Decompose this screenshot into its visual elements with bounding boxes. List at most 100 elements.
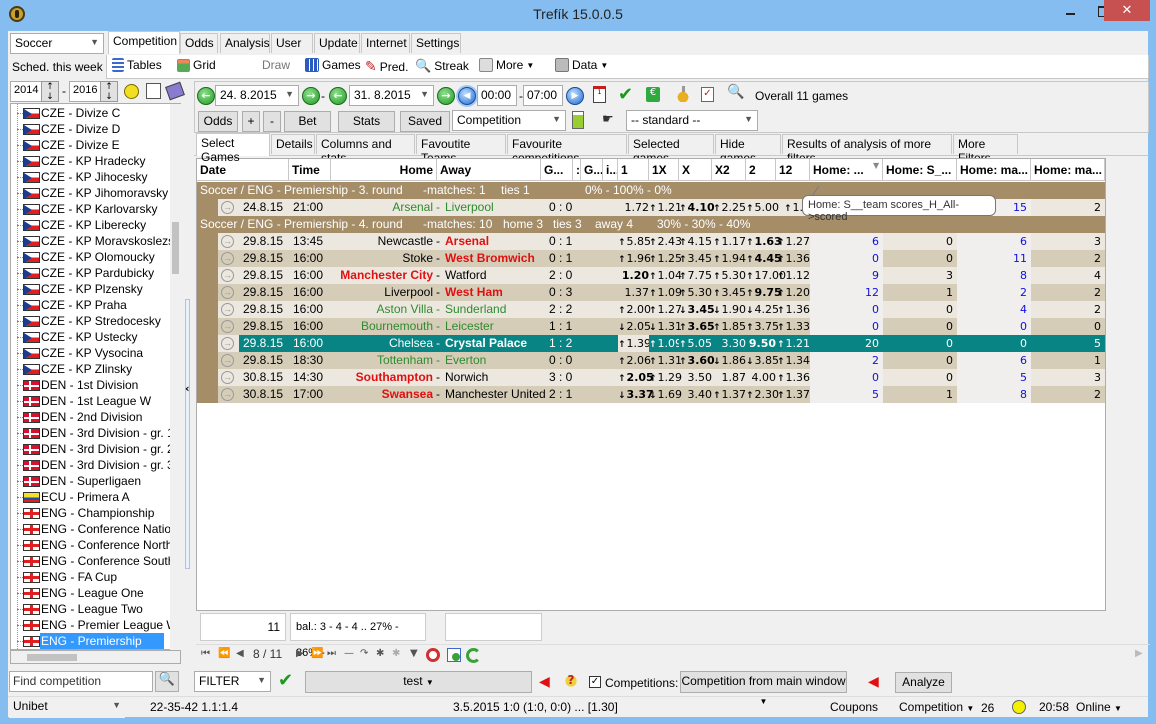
tab-competition[interactable]: Competition bbox=[108, 31, 180, 54]
tree-scrollbar-thumb[interactable] bbox=[172, 222, 179, 274]
subtab-analysis-results[interactable]: Results of analysis of more filters bbox=[782, 134, 952, 165]
column-header[interactable]: 1X bbox=[649, 159, 679, 181]
open-match-icon[interactable]: → bbox=[221, 252, 234, 265]
checkmark-icon[interactable]: ✔ bbox=[618, 84, 633, 105]
year-from-spinner[interactable]: ↑ ↓ bbox=[41, 81, 59, 102]
tab-user[interactable]: User bbox=[271, 33, 313, 53]
year-from-field[interactable]: 2014 bbox=[10, 81, 42, 102]
home-team[interactable]: Stoke bbox=[333, 250, 433, 267]
draw-button[interactable]: Draw bbox=[262, 58, 290, 72]
ball-icon[interactable] bbox=[124, 84, 139, 99]
splitter[interactable]: ‹ bbox=[183, 104, 193, 664]
next-page-button[interactable]: ⏩ bbox=[311, 648, 323, 659]
column-header[interactable]: Home: ma... bbox=[957, 159, 1031, 181]
time-prev-button[interactable]: ◀ bbox=[458, 87, 476, 105]
date-from-next-button[interactable]: → bbox=[302, 87, 320, 105]
splitter-handle[interactable] bbox=[185, 299, 190, 569]
column-header[interactable]: 12 bbox=[776, 159, 810, 181]
open-match-icon[interactable]: → bbox=[221, 354, 234, 367]
find-competition-input[interactable]: Find competition bbox=[9, 671, 153, 692]
online-dropdown[interactable]: Online ▼ bbox=[1076, 700, 1122, 714]
export-icon[interactable] bbox=[572, 111, 584, 129]
subtab-details[interactable]: Details bbox=[271, 134, 315, 154]
last-record-button[interactable]: ⏭ bbox=[327, 648, 336, 659]
data-dropdown[interactable]: Data ▼ bbox=[555, 58, 608, 72]
open-match-icon[interactable]: → bbox=[221, 201, 234, 214]
filter-icon[interactable]: ▼ bbox=[410, 648, 418, 659]
open-match-icon[interactable]: → bbox=[221, 388, 234, 401]
test-dropdown-button[interactable]: test ▼ bbox=[305, 671, 532, 693]
tab-update[interactable]: Update bbox=[314, 33, 360, 53]
streak-button[interactable]: 🔍 Streak bbox=[415, 58, 469, 74]
view-profile-select[interactable]: -- standard -- ▼ bbox=[626, 110, 758, 131]
minimize-button[interactable] bbox=[1054, 0, 1088, 21]
collapse-left-icon[interactable]: ‹ bbox=[185, 382, 190, 395]
tables-button[interactable]: Tables bbox=[112, 58, 162, 72]
match-row[interactable]: →29.8.1516:00Stoke-West Bromwich0 : 11.9… bbox=[197, 250, 1105, 267]
match-row[interactable]: → 29.8.15 16:00 Manchester City - Watford 2 : … bbox=[197, 267, 1105, 284]
home-team[interactable]: Chelsea bbox=[333, 335, 433, 352]
coupons-link[interactable]: Coupons bbox=[830, 700, 878, 714]
plus-button[interactable]: + bbox=[242, 111, 260, 132]
competition-status-dropdown[interactable]: Competition ▼ bbox=[899, 700, 974, 714]
column-header[interactable]: G... bbox=[541, 159, 573, 181]
match-row[interactable]: → 29.8.15 16:00 Liverpool - West Ham 0 : 3 1.37… bbox=[197, 284, 1105, 301]
home-team[interactable]: Liverpool bbox=[333, 284, 433, 301]
post-record-button[interactable]: ✱ bbox=[376, 648, 384, 659]
year-to-field[interactable]: 2016 bbox=[69, 81, 101, 102]
tab-odds[interactable]: Odds bbox=[180, 33, 218, 53]
bookmaker-select[interactable]: Unibet ▼ bbox=[9, 697, 125, 718]
match-row[interactable]: → 29.8.15 16:00 Aston Villa - Sunderland 2 : 2… bbox=[197, 301, 1105, 318]
cancel-record-button[interactable]: ✱ bbox=[392, 648, 400, 659]
match-row[interactable]: → 29.8.15 16:00 Chelsea - Crystal Palace 1 : 2… bbox=[197, 335, 1105, 352]
odds-button[interactable]: Odds bbox=[198, 111, 238, 132]
match-row[interactable]: →29.8.1516:00Bournemouth-Leicester1 : 12… bbox=[197, 318, 1105, 335]
tab-analysis[interactable]: Analysis bbox=[220, 33, 270, 53]
column-header[interactable]: Away bbox=[437, 159, 541, 181]
competitions-checkbox[interactable]: ✓ bbox=[589, 676, 601, 688]
games-grid[interactable]: DateTimeHomeAwayG...:G...i...11XXX2212Ho… bbox=[196, 158, 1106, 611]
subtab-hide-games[interactable]: Hide games bbox=[715, 134, 781, 165]
saved-button[interactable]: Saved bbox=[400, 111, 450, 132]
open-match-icon[interactable]: → bbox=[221, 269, 234, 282]
sport-select[interactable]: Soccer ▼ bbox=[10, 33, 104, 54]
search-button[interactable]: 🔍 bbox=[155, 671, 179, 692]
match-row[interactable]: →29.8.1518:30Tottenham-Everton0 : 02.061… bbox=[197, 352, 1105, 369]
pointing-hand-icon[interactable]: ☛ bbox=[602, 112, 614, 127]
first-record-button[interactable]: ⏮ bbox=[201, 648, 210, 659]
refresh-icon[interactable] bbox=[466, 648, 481, 663]
add-icon[interactable] bbox=[447, 648, 461, 662]
home-team[interactable]: Southampton bbox=[333, 369, 433, 386]
home-team[interactable]: Arsenal bbox=[333, 199, 433, 216]
subtab-more-filters[interactable]: More Filters bbox=[953, 134, 1018, 165]
joystick-icon[interactable] bbox=[676, 86, 690, 102]
tree-hscrollbar[interactable] bbox=[10, 650, 181, 664]
calendar-icon[interactable]: 1 bbox=[593, 86, 606, 103]
column-header[interactable]: X bbox=[679, 159, 712, 181]
column-header[interactable]: 1 bbox=[618, 159, 649, 181]
column-header[interactable]: Time bbox=[289, 159, 331, 181]
tree-scrollbar[interactable] bbox=[170, 104, 181, 650]
close-button[interactable]: ✕ bbox=[1104, 0, 1150, 21]
date-to-prev-button[interactable]: ← bbox=[329, 87, 347, 105]
subtab-favourite-teams[interactable]: Favoutite Teams bbox=[416, 134, 506, 165]
time-to-field[interactable]: 07:00 bbox=[523, 85, 563, 106]
tab-settings[interactable]: Settings bbox=[411, 33, 461, 53]
group-header[interactable]: Soccer / ENG - Premiership - 4. round -ma… bbox=[197, 216, 1105, 233]
column-filter-icon[interactable]: ▼ bbox=[873, 161, 879, 170]
bet-button[interactable]: Bet bbox=[284, 111, 331, 132]
minus-button[interactable]: - bbox=[263, 111, 281, 132]
next-record-button[interactable]: ▶ bbox=[296, 648, 304, 659]
stats-button[interactable]: Stats bbox=[338, 111, 395, 132]
competition-tree[interactable]: CZE - Divize C CZE - Divize D CZE - Divize… bbox=[10, 103, 181, 650]
home-team[interactable]: Bournemouth bbox=[333, 318, 433, 335]
open-match-icon[interactable]: → bbox=[221, 337, 234, 350]
more-dropdown[interactable]: More ▼ bbox=[479, 58, 534, 72]
tab-internet[interactable]: Internet bbox=[361, 33, 410, 53]
subtab-select-games[interactable]: Select Games bbox=[196, 133, 270, 164]
grid-button[interactable]: Grid bbox=[177, 58, 216, 72]
edit-record-button[interactable]: ↷ bbox=[360, 648, 368, 659]
apply-filter-checkmark-icon[interactable]: ✔ bbox=[278, 670, 293, 691]
stop-icon[interactable] bbox=[426, 648, 440, 662]
schedule-dropdown[interactable]: Sched. this week ▼ bbox=[12, 60, 114, 74]
